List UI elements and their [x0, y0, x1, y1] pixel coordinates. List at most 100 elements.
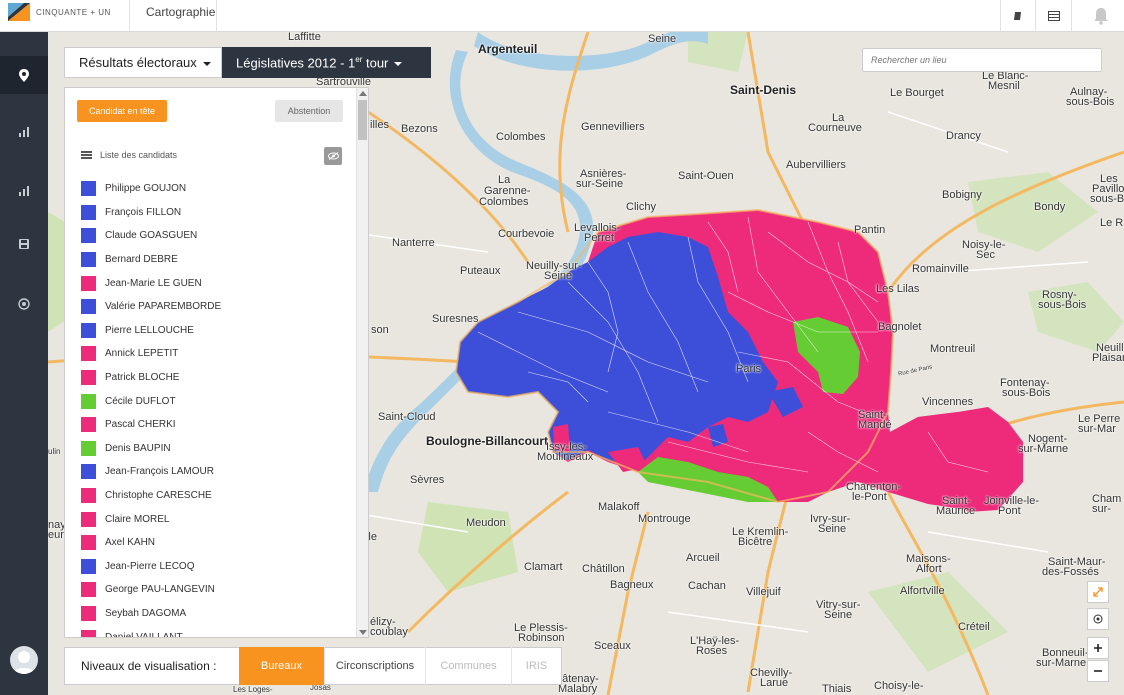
- map-label: Malakoff: [598, 501, 640, 513]
- scroll-up-icon[interactable]: [359, 91, 367, 96]
- map-label: Colombes: [496, 131, 546, 143]
- map-label: Saint-Denis: [730, 83, 797, 97]
- map-label: Saint-Ouen: [678, 170, 734, 182]
- candidate-item[interactable]: Claude GOASGUEN: [81, 224, 351, 248]
- eye-slash-icon[interactable]: [324, 147, 342, 165]
- candidate-color-swatch: [81, 322, 96, 338]
- candidate-item[interactable]: Axel KAHN: [81, 531, 351, 555]
- scrollbar[interactable]: [356, 88, 368, 637]
- save-icon[interactable]: [0, 225, 48, 263]
- candidate-name: Pierre LELLOUCHE: [105, 324, 194, 336]
- abstention-button[interactable]: Abstention: [275, 100, 343, 122]
- candidate-name: Seybah DAGOMA: [105, 607, 187, 619]
- candidate-color-swatch: [81, 346, 96, 362]
- candidate-item[interactable]: Jean-Marie LE GUEN: [81, 271, 351, 295]
- map-label: sur-Marne: [1036, 657, 1087, 669]
- map-label: sur-: [1092, 503, 1111, 515]
- candidate-item[interactable]: Pascal CHERKI: [81, 413, 351, 437]
- top-bar: CINQUANTE + UN Cartographie: [0, 0, 1124, 32]
- candidate-name: Valérie PAPAREMBORDE: [105, 301, 222, 313]
- zoom-in-button[interactable]: [1087, 637, 1109, 659]
- candidate-item[interactable]: François FILLON: [81, 201, 351, 225]
- candidate-item[interactable]: Seybah DAGOMA: [81, 602, 351, 626]
- candidate-color-swatch: [81, 488, 96, 504]
- map-label: Larue: [760, 677, 789, 689]
- map-label: Paris: [736, 363, 762, 375]
- candidate-name: George PAU-LANGEVIN: [105, 584, 215, 596]
- bell-icon[interactable]: [1084, 0, 1118, 32]
- candidate-color-swatch: [81, 393, 96, 409]
- candidate-item[interactable]: Pierre LELLOUCHE: [81, 319, 351, 343]
- map-label: Drancy: [946, 130, 981, 142]
- levels-label: Niveaux de visualisation :: [81, 659, 217, 673]
- candidate-color-swatch: [81, 252, 96, 268]
- map-label: Roses: [696, 645, 728, 657]
- candidate-item[interactable]: Cécile DUFLOT: [81, 389, 351, 413]
- map-label: sous-Bois: [1038, 299, 1087, 311]
- map-label: Mesnil: [988, 80, 1020, 92]
- candidate-item[interactable]: Christophe CARESCHE: [81, 484, 351, 508]
- candidate-color-swatch: [81, 535, 96, 551]
- brand-name: CINQUANTE + UN: [36, 8, 111, 17]
- map-label: Boulogne-Billancourt: [426, 434, 548, 448]
- candidate-color-swatch: [81, 417, 96, 433]
- candidate-item[interactable]: George PAU-LANGEVIN: [81, 578, 351, 602]
- candidate-item[interactable]: Claire MOREL: [81, 507, 351, 531]
- map-label: sous-Bois: [1090, 193, 1124, 205]
- zoom-out-button[interactable]: [1087, 660, 1109, 682]
- map-label: Le Bourget: [890, 87, 944, 99]
- map-label: sous-Bois: [1002, 387, 1051, 399]
- candidates-panel: Candidat en tête Abstention Liste des ca…: [64, 87, 369, 638]
- map-label: Bagneux: [610, 579, 654, 591]
- map-label: coublay: [370, 626, 408, 638]
- candidate-item[interactable]: Annick LEPETIT: [81, 342, 351, 366]
- map-label: Bondy: [1034, 201, 1066, 213]
- user-avatar-icon[interactable]: [10, 646, 38, 674]
- app-title: Cartographie: [146, 5, 216, 19]
- fullscreen-icon[interactable]: [1087, 581, 1109, 603]
- level-communes-tab[interactable]: Communes: [425, 647, 511, 685]
- candidate-list-header: Liste des candidats: [81, 150, 177, 160]
- level-circonscriptions-tab[interactable]: Circonscriptions: [324, 647, 425, 685]
- map-label: Choisy-le-: [874, 680, 924, 692]
- candidate-color-swatch: [81, 605, 96, 621]
- level-bureaux-tab[interactable]: Bureaux: [239, 647, 324, 685]
- map-pin-icon[interactable]: [0, 56, 48, 94]
- bar-chart-icon[interactable]: [0, 113, 48, 151]
- candidate-item[interactable]: Philippe GOUJON: [81, 177, 351, 201]
- election-dropdown-label: Législatives 2012 - 1er tour: [236, 54, 389, 71]
- map-label: Sec: [976, 249, 995, 261]
- chevron-down-icon: [394, 61, 403, 66]
- map-label: Pantin: [854, 224, 886, 236]
- brand-logo-icon[interactable]: [8, 3, 30, 21]
- minus-icon: [1094, 670, 1102, 672]
- level-iris-tab[interactable]: IRIS: [511, 647, 561, 685]
- candidate-item[interactable]: Jean-Pierre LECOQ: [81, 555, 351, 579]
- map-label: Bobigny: [942, 189, 982, 201]
- candidate-item[interactable]: Bernard DEBRE: [81, 248, 351, 272]
- plus-icon: [1094, 644, 1102, 652]
- candidate-item[interactable]: Patrick BLOCHE: [81, 366, 351, 390]
- map-label: Montrouge: [638, 513, 691, 525]
- scroll-down-icon[interactable]: [359, 630, 367, 635]
- candidate-item[interactable]: Daniel VAILLANT: [81, 625, 351, 637]
- leading-candidate-button[interactable]: Candidat en tête: [77, 100, 167, 122]
- candidate-item[interactable]: Denis BAUPIN: [81, 437, 351, 461]
- candidate-item[interactable]: Jean-François LAMOUR: [81, 460, 351, 484]
- target-icon[interactable]: [0, 285, 48, 323]
- table-icon[interactable]: [1037, 0, 1071, 32]
- map-label: sous-Bois: [1066, 96, 1115, 108]
- locate-icon[interactable]: [1087, 608, 1109, 630]
- map-label: Saint-Cloud: [378, 411, 436, 423]
- map-label: Arcueil: [686, 552, 720, 564]
- scrollbar-thumb[interactable]: [358, 100, 367, 140]
- map-label: Clamart: [524, 561, 563, 573]
- place-search-input[interactable]: [862, 48, 1102, 72]
- book-icon[interactable]: [1001, 0, 1035, 32]
- election-dropdown[interactable]: Législatives 2012 - 1er tour: [222, 47, 431, 78]
- candidate-item[interactable]: Valérie PAPAREMBORDE: [81, 295, 351, 319]
- map-label: Vincennes: [922, 396, 974, 408]
- dataset-dropdown[interactable]: Résultats électoraux: [64, 47, 222, 78]
- map-label: Argenteuil: [478, 42, 538, 56]
- bar-chart-icon[interactable]: [0, 172, 48, 210]
